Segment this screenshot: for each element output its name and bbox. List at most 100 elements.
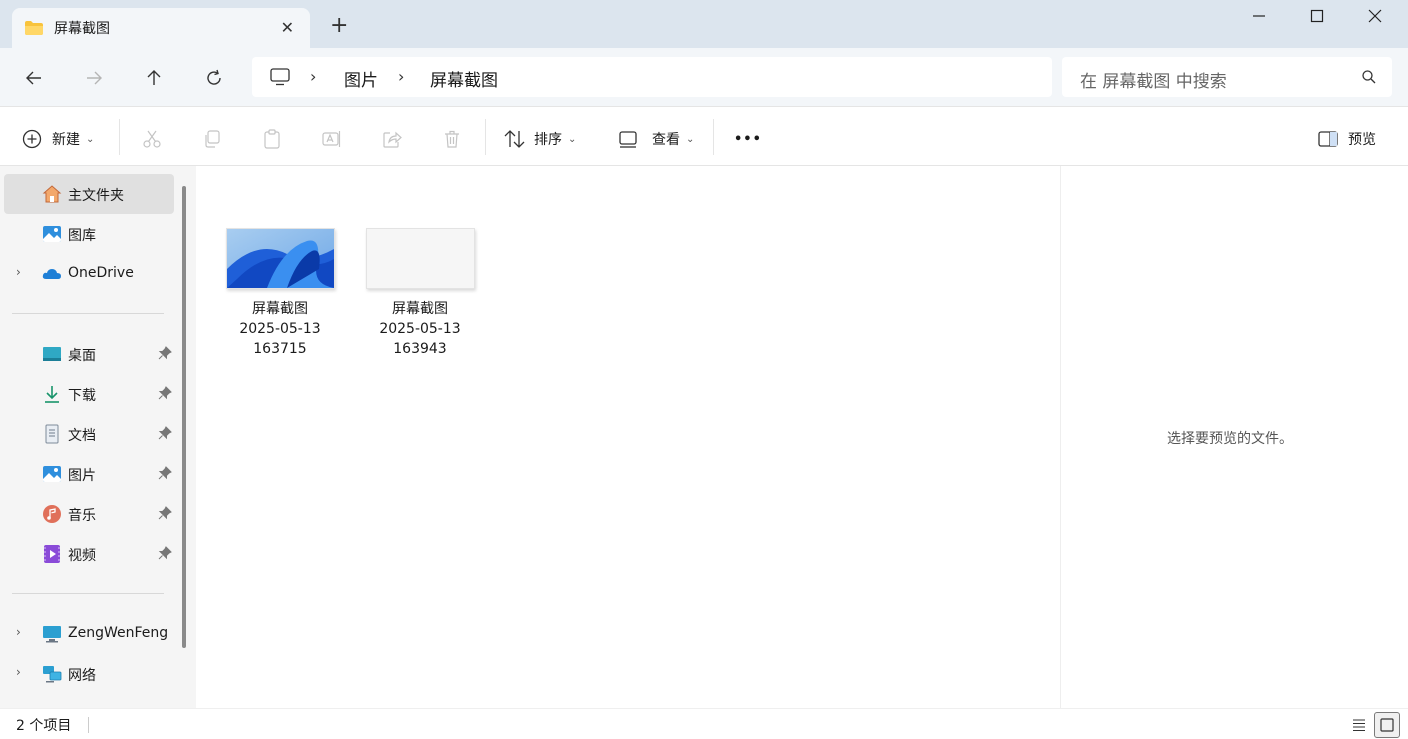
sort-icon (504, 130, 525, 148)
sidebar-item-onedrive[interactable]: › OneDrive (4, 254, 174, 294)
search-box[interactable]: 在 屏幕截图 中搜索 (1062, 57, 1392, 97)
sidebar-item-network[interactable]: › 网络 (4, 654, 174, 694)
sidebar-item-label: OneDrive (68, 265, 134, 281)
copy-button[interactable] (202, 127, 222, 151)
search-input[interactable]: 在 屏幕截图 中搜索 (1080, 67, 1227, 92)
chevron-down-icon: ⌄ (86, 133, 95, 145)
paste-button[interactable] (262, 127, 282, 151)
breadcrumb-pictures[interactable]: 图片 (344, 66, 378, 91)
tab-close-button[interactable]: ✕ (281, 18, 294, 37)
sidebar-item-label: 桌面 (68, 348, 96, 364)
preview-pane-icon (1318, 131, 1338, 147)
chevron-down-icon: ⌄ (686, 133, 695, 145)
tab-title: 屏幕截图 (54, 21, 110, 37)
up-button[interactable] (140, 64, 168, 92)
file-name-line: 163715 (253, 341, 307, 357)
scissors-icon (143, 130, 161, 148)
sidebar-item-gallery[interactable]: 图库 (4, 214, 174, 254)
sidebar-item-desktop[interactable]: 桌面 (4, 334, 174, 374)
music-icon (43, 505, 61, 523)
sidebar-item-documents[interactable]: 文档 (4, 414, 174, 454)
pin-icon[interactable] (158, 546, 172, 560)
item-count: 2 个项目 (16, 718, 72, 734)
preview-toggle-button[interactable]: 预览 (1318, 127, 1376, 151)
chevron-right-icon[interactable]: › (16, 665, 21, 679)
file-item[interactable]: 屏幕截图 2025-05-13 163943 (360, 216, 480, 359)
sort-button[interactable]: 排序 ⌄ (504, 127, 576, 151)
back-button[interactable] (20, 64, 48, 92)
close-window-button[interactable] (1352, 0, 1398, 32)
preview-label: 预览 (1348, 132, 1376, 148)
chevron-right-icon[interactable]: › (16, 265, 21, 279)
download-icon (45, 386, 59, 403)
cut-button[interactable] (142, 127, 162, 151)
pin-icon[interactable] (158, 346, 172, 360)
refresh-button[interactable] (200, 64, 228, 92)
new-tab-button[interactable]: + (330, 14, 348, 38)
navigation-pane: 主文件夹 图库 › OneDrive 桌面 下载 文档 图片 音乐 视频 › Z… (0, 166, 196, 708)
desktop-icon (43, 347, 61, 361)
forward-button[interactable] (80, 64, 108, 92)
pin-icon[interactable] (158, 426, 172, 440)
close-icon (1368, 9, 1382, 23)
arrow-left-icon (26, 71, 41, 85)
sidebar-item-label: 文档 (68, 428, 96, 444)
sidebar-item-label: 下载 (68, 388, 96, 404)
toolbar-divider (119, 119, 120, 155)
tab-screenshots[interactable]: 屏幕截图 ✕ (12, 8, 310, 48)
file-name-line: 屏幕截图 (252, 301, 308, 317)
rename-button[interactable] (322, 127, 342, 151)
pin-icon[interactable] (158, 386, 172, 400)
share-button[interactable] (382, 127, 402, 151)
sidebar-item-music[interactable]: 音乐 (4, 494, 174, 534)
pin-icon[interactable] (158, 506, 172, 520)
sidebar-item-pictures[interactable]: 图片 (4, 454, 174, 494)
sidebar-scrollbar[interactable] (182, 186, 186, 648)
details-view-button[interactable] (1346, 712, 1372, 738)
monitor-icon (270, 68, 290, 86)
view-icon (619, 131, 637, 148)
minimize-button[interactable] (1236, 0, 1282, 32)
chevron-right-icon: › (310, 67, 317, 86)
sidebar-item-home[interactable]: 主文件夹 (4, 174, 174, 214)
pin-icon[interactable] (158, 466, 172, 480)
view-button[interactable]: 查看 ⌄ (618, 127, 694, 151)
large-icons-view-button[interactable] (1374, 712, 1400, 738)
maximize-icon (1310, 9, 1324, 23)
file-thumbnail (225, 228, 335, 289)
cloud-icon (42, 269, 61, 279)
plus-circle-icon (22, 129, 42, 149)
sidebar-item-label: 图片 (68, 468, 96, 484)
address-bar[interactable]: › 图片 › 屏幕截图 (252, 57, 1052, 97)
file-name-line: 2025-05-13 (239, 321, 321, 337)
sidebar-item-label: 音乐 (68, 508, 96, 524)
copy-icon (205, 130, 220, 148)
trash-icon (445, 130, 459, 148)
more-options-button[interactable]: ••• (734, 127, 762, 151)
new-button[interactable]: 新建 ⌄ (22, 127, 94, 151)
chevron-right-icon[interactable]: › (16, 625, 21, 639)
file-item[interactable]: 屏幕截图 2025-05-13 163715 (220, 216, 340, 359)
status-bar: 2 个项目 (0, 708, 1408, 739)
sidebar-item-this-pc[interactable]: › ZengWenFeng (4, 614, 174, 654)
view-label: 查看 (652, 132, 680, 148)
sidebar-item-downloads[interactable]: 下载 (4, 374, 174, 414)
refresh-icon (207, 69, 221, 85)
chevron-right-icon: › (398, 67, 405, 86)
list-icon (1353, 719, 1365, 732)
delete-button[interactable] (442, 127, 462, 151)
wallpaper-thumbnail-image (226, 229, 334, 288)
sidebar-item-videos[interactable]: 视频 (4, 534, 174, 574)
sidebar-item-label: 图库 (68, 228, 96, 244)
home-icon (42, 185, 62, 203)
clipboard-icon (264, 129, 280, 149)
maximize-button[interactable] (1294, 0, 1340, 32)
share-icon (383, 131, 402, 148)
breadcrumb-screenshots[interactable]: 屏幕截图 (430, 66, 498, 91)
navigation-bar: › 图片 › 屏幕截图 在 屏幕截图 中搜索 (0, 48, 1408, 106)
preview-pane: 选择要预览的文件。 (1060, 166, 1404, 708)
network-icon (43, 666, 62, 683)
new-label: 新建 (52, 132, 80, 148)
file-list-area: 屏幕截图 2025-05-13 163715 屏幕截图 2025-05-13 1… (196, 166, 1060, 708)
file-name-line: 2025-05-13 (379, 321, 461, 337)
